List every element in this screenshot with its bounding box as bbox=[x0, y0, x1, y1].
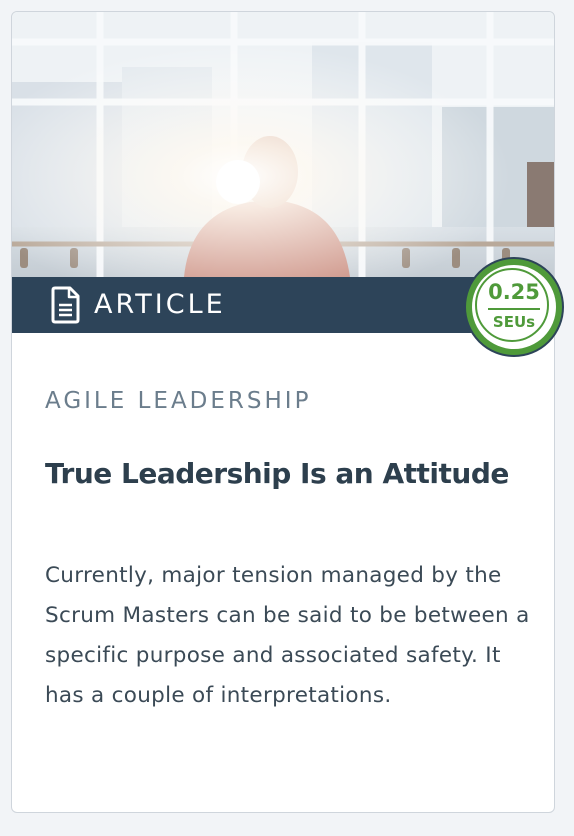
seu-unit: SEUs bbox=[492, 313, 536, 331]
seu-badge: 0.25 SEUs bbox=[464, 257, 564, 357]
seu-badge-inner: 0.25 SEUs bbox=[472, 265, 556, 349]
article-hero-image[interactable] bbox=[12, 12, 554, 277]
article-card[interactable]: ARTICLE 0.25 SEUs AGILE LEADERSHIP True … bbox=[11, 11, 564, 813]
content-type-label: ARTICLE bbox=[94, 289, 226, 320]
article-description: Currently, major tension managed by the … bbox=[45, 563, 530, 708]
document-icon bbox=[46, 285, 82, 325]
seu-value: 0.25 bbox=[488, 280, 540, 304]
article-category: AGILE LEADERSHIP bbox=[45, 388, 312, 414]
article-title[interactable]: True Leadership Is an Attitude bbox=[45, 455, 525, 492]
seu-divider bbox=[488, 308, 540, 310]
